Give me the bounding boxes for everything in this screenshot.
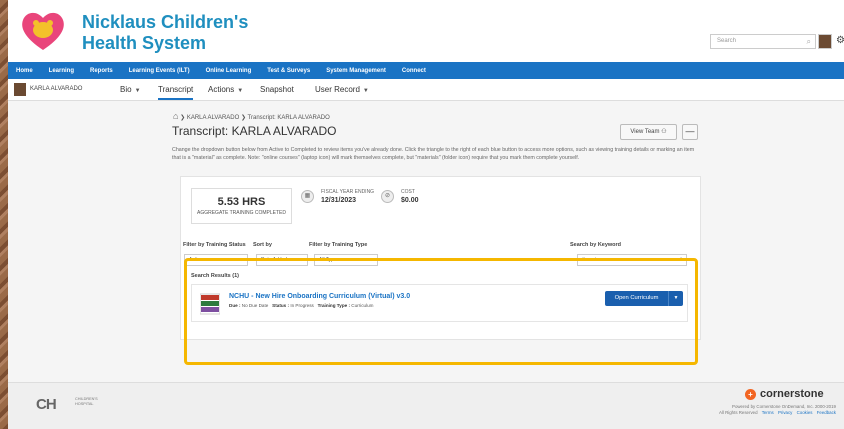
search-placeholder: Search [717,38,737,44]
nav-item-test-surveys[interactable]: Test & Surveys [267,68,310,74]
nav-item-home[interactable]: Home [16,68,33,74]
hours-label: AGGREGATE TRAINING COMPLETED [197,210,286,216]
tab-user-record-label: User Record [315,85,360,94]
cornerstone-icon: + [745,388,756,400]
chevron-down-icon: ▼ [134,88,141,94]
search-icon[interactable]: ⌕ [807,37,811,47]
nav-item-reports[interactable]: Reports [90,68,113,74]
cost-label: COST [401,189,415,195]
cornerstone-name: cornerstone [760,388,824,400]
nav-item-system-management[interactable]: System Management [326,68,386,74]
footer-link-feedback[interactable]: Feedback [817,410,836,415]
tag-icon: ⊘ [381,190,394,203]
keyword-label: Search by Keyword [570,242,622,248]
tab-actions-label: Actions [208,85,235,94]
global-search-input[interactable]: Search ⌕ [710,34,816,49]
home-icon[interactable]: ⌂ [173,111,178,121]
type-filter-label: Filter by Training Type [309,242,368,248]
collapse-button[interactable]: — [682,124,698,140]
childrens-hospital-text: CHILDREN'S HOSPITAL [75,397,98,406]
fiscal-year-label: FISCAL YEAR ENDING [321,189,375,195]
highlight-box [184,258,698,365]
tab-bio-label: Bio [120,85,132,94]
footer: CH CHILDREN'S HOSPITAL + cornerstone Pow… [8,382,844,429]
footer-link-cookies[interactable]: Cookies [797,410,813,415]
nav-item-online-learning[interactable]: Online Learning [206,68,252,74]
tab-bio[interactable]: Bio ▼ [120,85,141,94]
hours-summary: 5.53 HRS AGGREGATE TRAINING COMPLETED [191,188,292,224]
nav-item-learning[interactable]: Learning [49,68,74,74]
childrens-hospital-logo: CH [36,396,57,413]
copyright-line2: All Rights Reserved [718,410,758,415]
header: Nicklaus Children's Health System Search… [8,0,844,62]
page: Nicklaus Children's Health System Search… [8,0,844,429]
user-subnav: KARLA ALVARADO Bio ▼ Transcript Actions ▼ … [8,79,844,101]
view-team-button[interactable]: View Team ⚇ [620,124,677,140]
main-nav: Home Learning Reports Learning Events (I… [8,62,844,79]
org-name[interactable]: Nicklaus Children's Health System [82,12,248,54]
chevron-down-icon: ▼ [362,88,369,94]
gear-icon[interactable]: ⚙ [836,35,844,46]
footer-link-privacy[interactable]: Privacy [778,410,792,415]
avatar[interactable] [818,34,832,49]
org-name-line1: Nicklaus Children's [82,12,249,32]
page-description: Change the dropdown button below from Ac… [172,147,695,161]
sort-label: Sort by [253,242,272,248]
tab-user-record[interactable]: User Record ▼ [315,85,369,94]
user-avatar[interactable] [14,83,26,96]
chevron-right-icon: ❯ [240,115,248,121]
org-name-line2: Health System [82,33,207,53]
page-title: Transcript: KARLA ALVARADO [172,124,337,138]
chevron-down-icon: ▼ [237,88,244,94]
breadcrumb-current: Transcript: KARLA ALVARADO [247,115,330,121]
tab-snapshot[interactable]: Snapshot [260,85,294,94]
cornerstone-logo: + cornerstone [745,388,824,400]
footer-link-terms[interactable]: Terms [762,410,774,415]
nav-item-connect[interactable]: Connect [402,68,426,74]
breadcrumb: ⌂ ❯ KARLA ALVARADO ❯ Transcript: KARLA A… [173,111,330,121]
chevron-right-icon: ❯ [180,115,187,121]
nav-item-learning-events[interactable]: Learning Events (ILT) [129,68,190,74]
user-name[interactable]: KARLA ALVARADO [30,86,82,92]
heart-bear-logo-icon [22,12,64,50]
calendar-icon: ▦ [301,190,314,203]
copyright: Powered by Cornerstone OnDemand, Inc. 20… [719,404,836,416]
tab-transcript[interactable]: Transcript [158,85,194,100]
tab-actions[interactable]: Actions ▼ [208,85,243,94]
status-filter-label: Filter by Training Status [183,242,246,248]
breadcrumb-user[interactable]: KARLA ALVARADO [187,115,239,121]
hours-value: 5.53 HRS [217,196,266,208]
view-team-label: View Team [630,129,660,135]
people-icon: ⚇ [661,129,667,135]
fiscal-year-value: 12/31/2023 [321,197,357,204]
cost-value: $0.00 [401,197,419,204]
